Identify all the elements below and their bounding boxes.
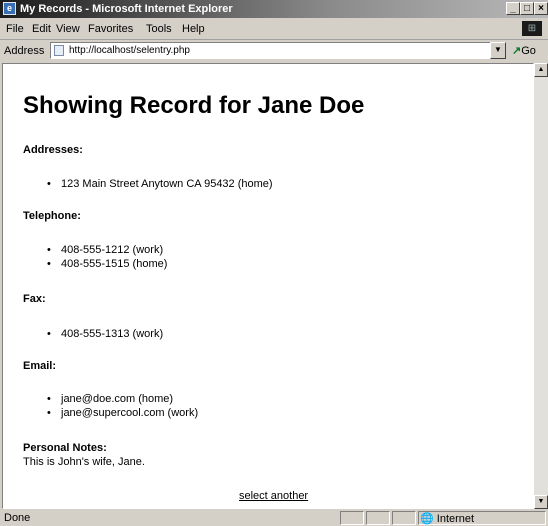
close-icon[interactable]: × xyxy=(534,2,548,15)
browser-window: e My Records - Microsoft Internet Explor… xyxy=(0,0,548,526)
status-bar: Done 🌐 Internet xyxy=(0,510,548,526)
internet-zone: 🌐 Internet xyxy=(420,513,475,525)
go-label: Go xyxy=(521,45,536,57)
status-pane xyxy=(340,511,364,525)
page-heading: Showing Record for Jane Doe xyxy=(23,92,365,119)
personal-notes-label: Personal Notes: xyxy=(23,442,107,454)
title-bar: e My Records - Microsoft Internet Explor… xyxy=(0,0,548,18)
select-another-link[interactable]: select another xyxy=(239,490,308,502)
address-input[interactable]: http://localhost/selentry.php xyxy=(50,42,506,59)
fax-label: Fax: xyxy=(23,293,46,305)
address-dropdown-icon[interactable]: ▼ xyxy=(490,42,506,59)
menu-tools[interactable]: Tools xyxy=(146,23,172,35)
address-bar: Address http://localhost/selentry.php ▼ … xyxy=(0,40,548,62)
telephone-label: Telephone: xyxy=(23,210,81,222)
personal-notes-text: This is John's wife, Jane. xyxy=(23,456,145,468)
scroll-down-icon[interactable]: ▼ xyxy=(534,495,548,509)
list-item: jane@supercool.com (work) xyxy=(23,406,198,420)
menu-bar: File Edit View Favorites Tools Help ⊞ xyxy=(0,19,548,40)
menu-view[interactable]: View xyxy=(56,23,80,35)
go-arrow-icon: ↗ xyxy=(512,45,522,57)
go-button[interactable]: ↗Go xyxy=(512,44,536,57)
email-label: Email: xyxy=(23,360,57,372)
page-viewport: Showing Record for Jane Doe Addresses: 1… xyxy=(2,63,534,509)
page-content: Showing Record for Jane Doe Addresses: 1… xyxy=(23,64,523,502)
minimize-icon[interactable]: _ xyxy=(506,2,520,15)
ie-app-icon: e xyxy=(3,2,16,15)
addresses-list: 123 Main Street Anytown CA 95432 (home) xyxy=(23,177,273,191)
menu-edit[interactable]: Edit xyxy=(32,23,51,35)
address-label: Address xyxy=(4,45,45,57)
address-url: http://localhost/selentry.php xyxy=(69,45,190,56)
maximize-icon[interactable]: □ xyxy=(520,2,534,15)
menu-favorites[interactable]: Favorites xyxy=(88,23,133,35)
list-item: 408-555-1313 (work) xyxy=(23,327,163,341)
window-title: My Records - Microsoft Internet Explorer xyxy=(20,3,233,15)
menu-help[interactable]: Help xyxy=(182,23,205,35)
personal-notes: Personal Notes: This is John's wife, Jan… xyxy=(23,441,145,469)
email-list: jane@doe.com (home) jane@supercool.com (… xyxy=(23,392,198,420)
page-icon xyxy=(54,45,64,56)
list-item: 408-555-1212 (work) xyxy=(23,243,167,257)
status-pane xyxy=(366,511,390,525)
zone-label: Internet xyxy=(436,513,475,525)
list-item: 123 Main Street Anytown CA 95432 (home) xyxy=(23,177,273,191)
addresses-label: Addresses: xyxy=(23,144,83,156)
menu-file[interactable]: File xyxy=(6,23,24,35)
telephone-list: 408-555-1212 (work) 408-555-1515 (home) xyxy=(23,243,167,271)
status-text: Done xyxy=(4,512,31,524)
scroll-up-icon[interactable]: ▲ xyxy=(534,63,548,77)
list-item: jane@doe.com (home) xyxy=(23,392,198,406)
list-item: 408-555-1515 (home) xyxy=(23,257,167,271)
vertical-scrollbar[interactable]: ▲ ▼ xyxy=(534,63,548,509)
fax-list: 408-555-1313 (work) xyxy=(23,327,163,341)
windows-logo-icon: ⊞ xyxy=(522,21,542,36)
status-pane xyxy=(392,511,416,525)
